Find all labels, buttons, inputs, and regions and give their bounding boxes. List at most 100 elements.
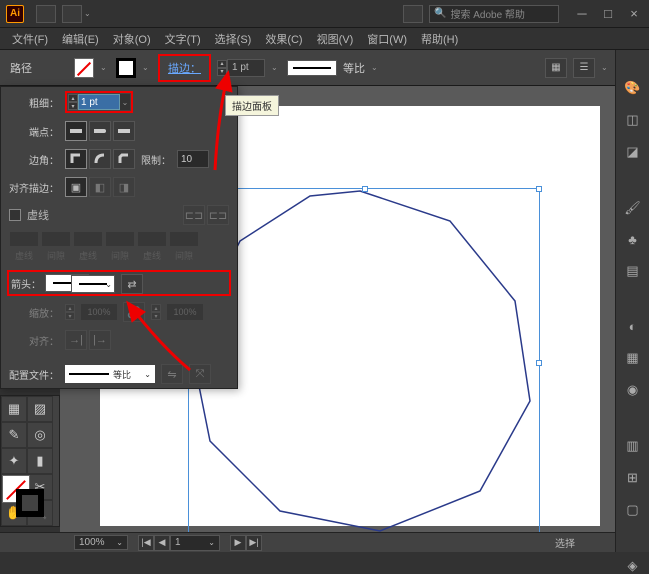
layers-icon[interactable]: ▥ xyxy=(624,438,642,454)
artboard-number[interactable]: 1 ⌄ xyxy=(170,535,220,551)
stroke-weight-dropdown[interactable]: ⌄ xyxy=(271,63,281,72)
menu-window[interactable]: 窗口(W) xyxy=(361,29,413,49)
menu-help[interactable]: 帮助(H) xyxy=(415,29,464,49)
menu-select[interactable]: 选择(S) xyxy=(209,29,258,49)
dash-col-4: 虚线 xyxy=(137,249,167,262)
right-panel-strip: 🎨 ◫ ◪ 🖌 ♣ ▤ ◐ ▦ ◉ ▥ ⊞ ▢ ◈ xyxy=(615,50,649,552)
limit-input[interactable]: 10 xyxy=(177,150,209,168)
fill-swatch[interactable] xyxy=(74,58,94,78)
align-icon[interactable]: ▦ xyxy=(545,58,567,78)
cap-round[interactable] xyxy=(89,121,111,141)
brush-dropdown[interactable]: ⌄ xyxy=(371,63,381,72)
stroke-weight-down[interactable]: ▾ xyxy=(217,68,227,76)
scale-label: 缩放： xyxy=(9,305,59,320)
gap-2 xyxy=(105,231,135,247)
cap-projecting[interactable] xyxy=(113,121,135,141)
dash-col-2: 虚线 xyxy=(73,249,103,262)
menu-edit[interactable]: 编辑(E) xyxy=(56,29,105,49)
object-type-label: 路径 xyxy=(10,60,32,76)
zoom-field[interactable]: 100% ⌄ xyxy=(74,535,128,550)
align-center[interactable]: ▣ xyxy=(65,177,87,197)
fill-stroke-indicator[interactable] xyxy=(2,475,52,515)
first-artboard[interactable]: |◀ xyxy=(138,535,154,551)
arrow-align-tip: →| xyxy=(65,330,87,350)
symbols-icon[interactable]: ♣ xyxy=(624,232,642,247)
tool-blend[interactable]: ◎ xyxy=(27,422,53,448)
selection-bounds xyxy=(188,188,540,532)
artboards-icon[interactable]: ▢ xyxy=(624,502,642,518)
stroke-swatch[interactable] xyxy=(116,58,136,78)
app-logo: Ai xyxy=(6,5,24,23)
dashed-checkbox[interactable] xyxy=(9,209,21,221)
weight-up[interactable]: ▴ xyxy=(68,94,78,102)
color-guide-icon[interactable]: ◫ xyxy=(624,112,642,128)
arrow-end-dropdown[interactable]: ⌄ xyxy=(71,275,115,293)
corner-miter[interactable] xyxy=(65,149,87,169)
corner-round[interactable] xyxy=(89,149,111,169)
next-artboard[interactable]: ▶ xyxy=(230,535,246,551)
arrange-docs-dropdown[interactable]: ⌄ xyxy=(62,5,94,23)
color-panel-icon[interactable]: 🎨 xyxy=(624,80,642,96)
limit-label: 限制： xyxy=(141,152,171,167)
menu-type[interactable]: 文字(T) xyxy=(159,29,207,49)
fill-dropdown[interactable]: ⌄ xyxy=(100,63,110,72)
brushes-icon[interactable]: 🖌 xyxy=(624,200,642,216)
menu-object[interactable]: 对象(O) xyxy=(107,29,157,49)
transparency-icon[interactable]: ▦ xyxy=(624,350,642,366)
search-input[interactable]: 🔍 搜索 Adobe 帮助 xyxy=(429,5,559,23)
weight-label: 粗细： xyxy=(9,95,59,110)
profile-dropdown[interactable]: 等比 ⌄ xyxy=(65,365,155,383)
weight-down[interactable]: ▾ xyxy=(68,102,78,110)
tool-symbol[interactable]: ✦ xyxy=(1,448,27,474)
scale-end: 100% xyxy=(167,304,203,320)
stroke-color[interactable] xyxy=(16,489,44,517)
tool-mesh[interactable]: ▦ xyxy=(1,396,27,422)
maximize-button[interactable]: □ xyxy=(599,5,617,23)
weight-highlight: ▴ ▾ 1 pt ⌄ xyxy=(65,91,133,113)
graphic-styles-icon[interactable]: ◈ xyxy=(624,558,642,574)
gpu-button[interactable] xyxy=(403,5,423,23)
dash-col-0: 虚线 xyxy=(9,249,39,262)
prev-artboard[interactable]: ◀ xyxy=(154,535,170,551)
swatches-icon[interactable]: ◪ xyxy=(624,144,642,160)
stroke-panel-icon[interactable]: ▤ xyxy=(624,263,642,279)
gradient-icon[interactable]: ◐ xyxy=(624,319,642,334)
transform-dd[interactable]: ⌄ xyxy=(601,63,611,72)
menu-file[interactable]: 文件(F) xyxy=(6,29,54,49)
stroke-weight-up[interactable]: ▴ xyxy=(217,60,227,68)
stroke-panel-link[interactable]: 描边： xyxy=(158,54,211,82)
weight-dropdown[interactable]: ⌄ xyxy=(120,94,130,110)
corner-bevel[interactable] xyxy=(113,149,135,169)
transform-icon[interactable]: ☰ xyxy=(573,58,595,78)
menu-effect[interactable]: 效果(C) xyxy=(259,29,308,49)
dash-1 xyxy=(9,231,39,247)
tool-gradient[interactable]: ▨ xyxy=(27,396,53,422)
profile-label: 配置文件： xyxy=(9,367,59,382)
dash-align: ⊏⊐ xyxy=(207,205,229,225)
tool-graph[interactable]: ▮ xyxy=(27,448,53,474)
stroke-weight-field[interactable]: 1 pt xyxy=(227,59,265,77)
stroke-panel: 粗细： ▴ ▾ 1 pt ⌄ 端点： 边角： 限制： 10 对齐描边： ▣ xyxy=(0,86,238,389)
last-artboard[interactable]: ▶| xyxy=(246,535,262,551)
align-inside: ◧ xyxy=(89,177,111,197)
weight-input[interactable]: 1 pt xyxy=(78,94,120,110)
arrow-align-end: |→ xyxy=(89,330,111,350)
dash-preserve: ⊏⊐ xyxy=(183,205,205,225)
dash-3 xyxy=(137,231,167,247)
cap-label: 端点： xyxy=(9,124,59,139)
stroke-dropdown[interactable]: ⌄ xyxy=(142,63,152,72)
appearance-icon[interactable]: ◉ xyxy=(624,382,642,398)
corner-label: 边角： xyxy=(9,152,59,167)
gap-1 xyxy=(41,231,71,247)
bridge-button[interactable] xyxy=(36,5,56,23)
brush-sample[interactable] xyxy=(287,60,337,76)
cap-butt[interactable] xyxy=(65,121,87,141)
minimize-button[interactable]: ─ xyxy=(573,5,591,23)
arrow-swap-button[interactable]: ⇄ xyxy=(121,274,143,294)
tool-eyedropper[interactable]: ✎ xyxy=(1,422,27,448)
menu-view[interactable]: 视图(V) xyxy=(311,29,360,49)
close-button[interactable]: × xyxy=(625,5,643,23)
assets-icon[interactable]: ⊞ xyxy=(624,470,642,486)
search-icon: 🔍 xyxy=(434,8,446,19)
flip-along: ⇋ xyxy=(161,364,183,384)
